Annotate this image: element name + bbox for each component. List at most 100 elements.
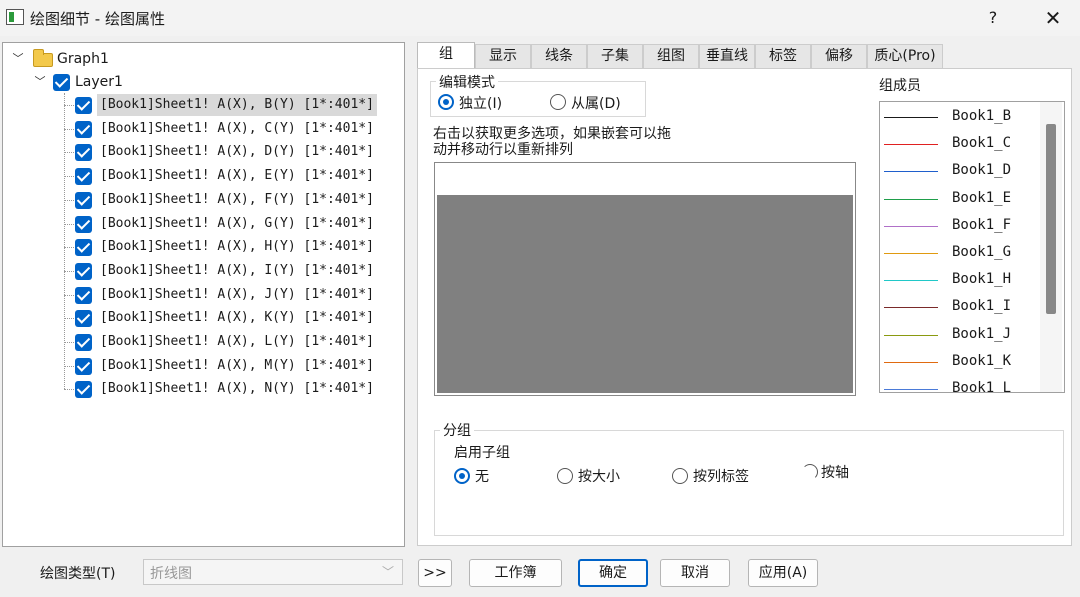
member-item[interactable]: Book1_G	[880, 240, 1040, 267]
plot-type-value: 折线图	[150, 566, 192, 582]
plot-type-select: 折线图 ﹀	[143, 559, 403, 585]
member-name: Book1_F	[952, 216, 1012, 233]
member-item[interactable]: Book1_K	[880, 349, 1040, 376]
member-item[interactable]: Book1_J	[880, 322, 1040, 349]
tree-node-plot[interactable]: [Book1]Sheet1! A(X), D(Y) [1*:401*]	[64, 141, 375, 163]
edit-mode-legend: 编辑模式	[436, 72, 498, 92]
tree-node-layer[interactable]: ﹀ Layer1	[31, 71, 391, 93]
tab-subset[interactable]: 子集	[587, 44, 643, 68]
checkbox-checked-icon[interactable]	[75, 120, 92, 138]
members-list[interactable]: Book1_B Book1_C Book1_D Book1_E Book1_F Book1…	[879, 101, 1065, 393]
member-name: Book1_G	[952, 244, 1012, 260]
member-item[interactable]: Book1_H	[880, 267, 1040, 294]
checkbox-checked-icon[interactable]	[75, 168, 92, 186]
radio-subgroup-col-label[interactable]	[672, 468, 688, 484]
checkbox-checked-icon[interactable]	[75, 262, 92, 280]
tab-group-plot[interactable]: 组图	[643, 44, 699, 68]
help-button[interactable]: ?	[978, 6, 1008, 30]
plot-label: [Book1]Sheet1! A(X), B(Y) [1*:401*]	[97, 94, 377, 116]
layer-label: Layer1	[75, 74, 123, 90]
app-icon	[6, 9, 24, 25]
member-item[interactable]: Book1_F	[880, 213, 1040, 240]
enable-subgroup-label: 启用子组	[454, 445, 510, 461]
tree-node-plot[interactable]: [Book1]Sheet1! A(X), B(Y) [1*:401*]	[64, 94, 377, 116]
tab-offset[interactable]: 偏移	[811, 44, 867, 68]
tree-node-plot[interactable]: [Book1]Sheet1! A(X), I(Y) [1*:401*]	[64, 260, 375, 282]
tab-display[interactable]: 显示	[475, 44, 531, 68]
line-swatch	[884, 307, 938, 309]
radio-independent[interactable]	[438, 94, 454, 110]
plot-label: [Book1]Sheet1! A(X), E(Y) [1*:401*]	[100, 168, 374, 184]
plot-tree[interactable]: ﹀ Graph1 ﹀ Layer1 [Book1]Sheet1! A(X), B…	[2, 42, 405, 547]
member-item[interactable]: Book1_D	[880, 158, 1040, 185]
plot-label: [Book1]Sheet1! A(X), L(Y) [1*:401*]	[100, 334, 374, 349]
member-name: Book1_I	[952, 298, 1012, 315]
checkbox-checked-icon[interactable]	[75, 357, 92, 375]
close-button[interactable]: ✕	[1036, 4, 1070, 32]
checkbox-checked-icon[interactable]	[75, 144, 92, 162]
member-item[interactable]: Book1_L	[880, 376, 1040, 392]
radio-dependent-label[interactable]: 从属(D)	[571, 93, 621, 113]
member-item[interactable]: Book1_I	[880, 294, 1040, 321]
tree-node-plot[interactable]: [Book1]Sheet1! A(X), J(Y) [1*:401*]	[64, 284, 375, 306]
tab-centroid[interactable]: 质心(Pro)	[867, 44, 943, 68]
chevron-down-icon[interactable]: ﹀	[33, 75, 47, 89]
ok-button[interactable]: 确定	[578, 559, 648, 587]
tree-node-plot[interactable]: [Book1]Sheet1! A(X), H(Y) [1*:401*]	[64, 236, 375, 258]
radio-subgroup-none[interactable]	[454, 468, 470, 484]
member-name: Book1_K	[952, 352, 1012, 369]
checkbox-checked-icon[interactable]	[75, 286, 92, 304]
radio-dependent[interactable]	[550, 94, 566, 110]
chevron-down-icon: ﹀	[381, 565, 394, 579]
radio-subgroup-axis[interactable]	[802, 464, 818, 480]
tree-node-plot[interactable]: [Book1]Sheet1! A(X), E(Y) [1*:401*]	[64, 165, 375, 187]
tree-node-plot[interactable]: [Book1]Sheet1! A(X), C(Y) [1*:401*]	[64, 118, 375, 140]
tree-node-plot[interactable]: [Book1]Sheet1! A(X), M(Y) [1*:401*]	[64, 355, 375, 377]
line-swatch	[884, 144, 938, 146]
checkbox-checked-icon[interactable]	[75, 215, 92, 233]
tree-node-plot[interactable]: [Book1]Sheet1! A(X), L(Y) [1*:401*]	[64, 331, 375, 353]
radio-subgroup-axis-label[interactable]: 按轴	[821, 462, 849, 482]
tab-group[interactable]: 组	[417, 42, 475, 68]
tab-labels[interactable]: 标签	[755, 44, 811, 68]
line-swatch	[884, 171, 938, 173]
checkbox-checked-icon[interactable]	[75, 310, 92, 328]
plot-label: [Book1]Sheet1! A(X), G(Y) [1*:401*]	[100, 215, 374, 231]
member-name: Book1_H	[952, 271, 1012, 288]
plot-label: [Book1]Sheet1! A(X), D(Y) [1*:401*]	[100, 144, 374, 160]
members-title: 组成员	[879, 78, 921, 94]
checkbox-checked-icon[interactable]	[75, 381, 92, 399]
cancel-button[interactable]: 取消	[660, 559, 730, 587]
member-item[interactable]: Book1_B	[880, 104, 1040, 131]
radio-subgroup-col-label-text[interactable]: 按列标签	[693, 466, 749, 486]
grouping-group	[434, 430, 1064, 536]
member-item[interactable]: Book1_C	[880, 131, 1040, 158]
checkbox-checked-icon[interactable]	[75, 191, 92, 209]
tree-node-graph[interactable]: ﹀ Graph1	[9, 48, 389, 70]
radio-independent-label[interactable]: 独立(I)	[459, 93, 502, 113]
checkbox-checked-icon[interactable]	[53, 74, 70, 91]
member-item[interactable]: Book1_E	[880, 186, 1040, 213]
radio-subgroup-size[interactable]	[557, 468, 573, 484]
checkbox-checked-icon[interactable]	[75, 97, 92, 114]
radio-subgroup-none-label[interactable]: 无	[475, 466, 489, 486]
expand-button[interactable]: >>	[418, 559, 452, 587]
tab-line[interactable]: 线条	[531, 44, 587, 68]
line-swatch	[884, 225, 938, 227]
chevron-down-icon[interactable]: ﹀	[11, 52, 25, 66]
line-swatch	[884, 280, 938, 282]
line-swatch	[884, 389, 938, 390]
scrollbar-thumb[interactable]	[1046, 124, 1056, 314]
workbook-button[interactable]: 工作簿	[469, 559, 562, 587]
tree-node-plot[interactable]: [Book1]Sheet1! A(X), K(Y) [1*:401*]	[64, 307, 375, 329]
radio-subgroup-size-label[interactable]: 按大小	[578, 466, 620, 486]
checkbox-checked-icon[interactable]	[75, 239, 92, 257]
checkbox-checked-icon[interactable]	[75, 334, 92, 351]
tree-node-plot[interactable]: [Book1]Sheet1! A(X), N(Y) [1*:401*]	[64, 378, 375, 400]
tab-drop-lines[interactable]: 垂直线	[699, 44, 755, 68]
members-scrollbar[interactable]	[1040, 102, 1062, 392]
apply-button[interactable]: 应用(A)	[748, 559, 818, 587]
tree-node-plot[interactable]: [Book1]Sheet1! A(X), G(Y) [1*:401*]	[64, 213, 375, 235]
tree-node-plot[interactable]: [Book1]Sheet1! A(X), F(Y) [1*:401*]	[64, 189, 375, 211]
group-preview[interactable]	[434, 162, 856, 396]
